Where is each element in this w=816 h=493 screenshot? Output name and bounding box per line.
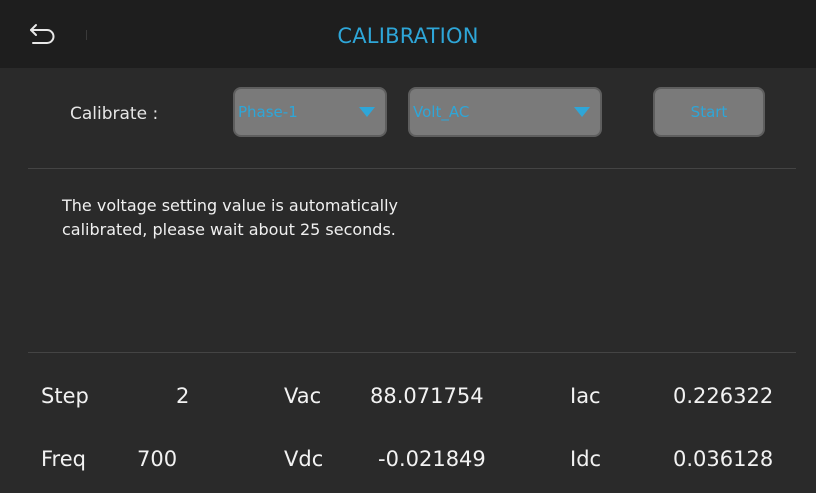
phase-dropdown[interactable]: Phase-1 [233,87,387,137]
vac-value: 88.071754 [370,384,484,408]
step-value: 2 [176,384,190,408]
vdc-value: -0.021849 [378,447,486,471]
calibration-screen: CALIBRATION Calibrate : Phase-1 Volt_AC … [0,0,816,493]
chevron-down-icon [359,107,375,117]
idc-label: Idc [570,447,602,471]
phase-dropdown-value: Phase-1 [238,103,298,121]
vdc-label: Vdc [284,447,324,471]
step-label: Step [41,384,89,408]
divider [28,352,796,353]
divider [28,168,796,169]
freq-label: Freq [41,447,86,471]
iac-label: Iac [570,384,601,408]
mode-dropdown[interactable]: Volt_AC [408,87,602,137]
header-bar: CALIBRATION [0,0,816,68]
start-button[interactable]: Start [653,87,765,137]
iac-value: 0.226322 [673,384,774,408]
idc-value: 0.036128 [673,447,774,471]
status-message: The voltage setting value is automatical… [62,196,398,239]
freq-value: 700 [137,447,178,471]
mode-dropdown-value: Volt_AC [413,103,470,121]
calibrate-label: Calibrate : [70,104,159,124]
vac-label: Vac [284,384,322,408]
chevron-down-icon [574,107,590,117]
page-title: CALIBRATION [337,24,479,48]
